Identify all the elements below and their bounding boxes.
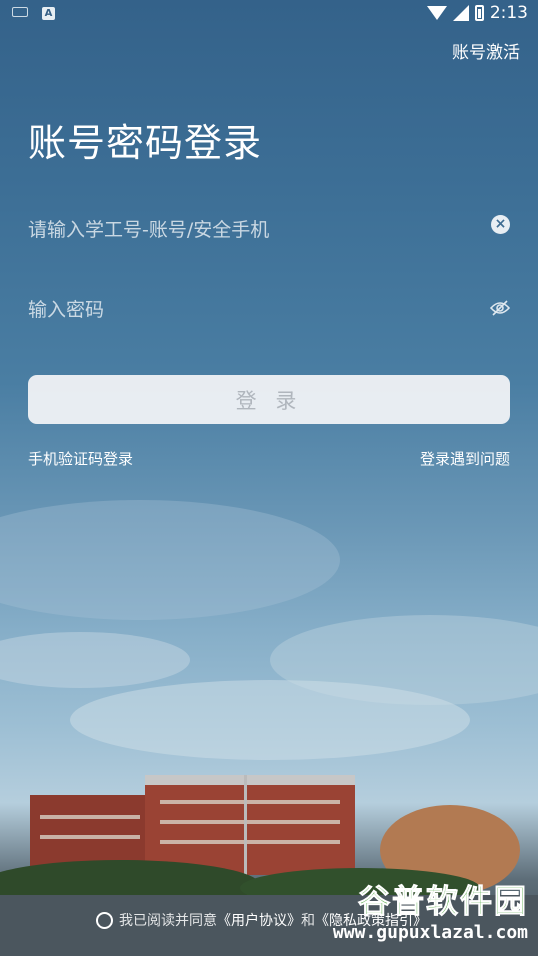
page-title: 账号密码登录 bbox=[28, 121, 263, 165]
account-activate-link[interactable]: 账号激活 bbox=[452, 38, 520, 63]
login-button[interactable]: 登 录 bbox=[28, 375, 510, 424]
user-agreement-link[interactable]: 《用户协议》 bbox=[217, 910, 301, 930]
clear-icon[interactable]: × bbox=[491, 215, 510, 234]
password-field-group bbox=[28, 288, 510, 332]
sms-login-link[interactable]: 手机验证码登录 bbox=[28, 448, 133, 469]
watermark: 谷普软件园 www.gupuxlazal.com bbox=[298, 874, 534, 954]
watermark-url: www.gupuxlazal.com bbox=[332, 922, 528, 943]
status-time: 2:13 bbox=[489, 3, 528, 23]
signal-icon bbox=[452, 5, 469, 21]
wifi-icon bbox=[426, 6, 447, 20]
password-input[interactable] bbox=[28, 288, 468, 332]
keyboard-icon bbox=[12, 7, 28, 17]
status-bar: A 2:13 bbox=[0, 0, 538, 28]
battery-icon bbox=[474, 5, 484, 21]
eye-off-icon[interactable] bbox=[490, 300, 510, 316]
agreement-prefix: 我已阅读并同意 bbox=[119, 913, 217, 929]
login-help-link[interactable]: 登录遇到问题 bbox=[420, 448, 510, 469]
a-icon: A bbox=[42, 7, 55, 20]
account-input[interactable] bbox=[28, 208, 468, 252]
radio-icon[interactable] bbox=[96, 911, 113, 929]
account-field-group: × bbox=[28, 208, 510, 252]
watermark-title: 谷普软件园 bbox=[357, 882, 528, 921]
